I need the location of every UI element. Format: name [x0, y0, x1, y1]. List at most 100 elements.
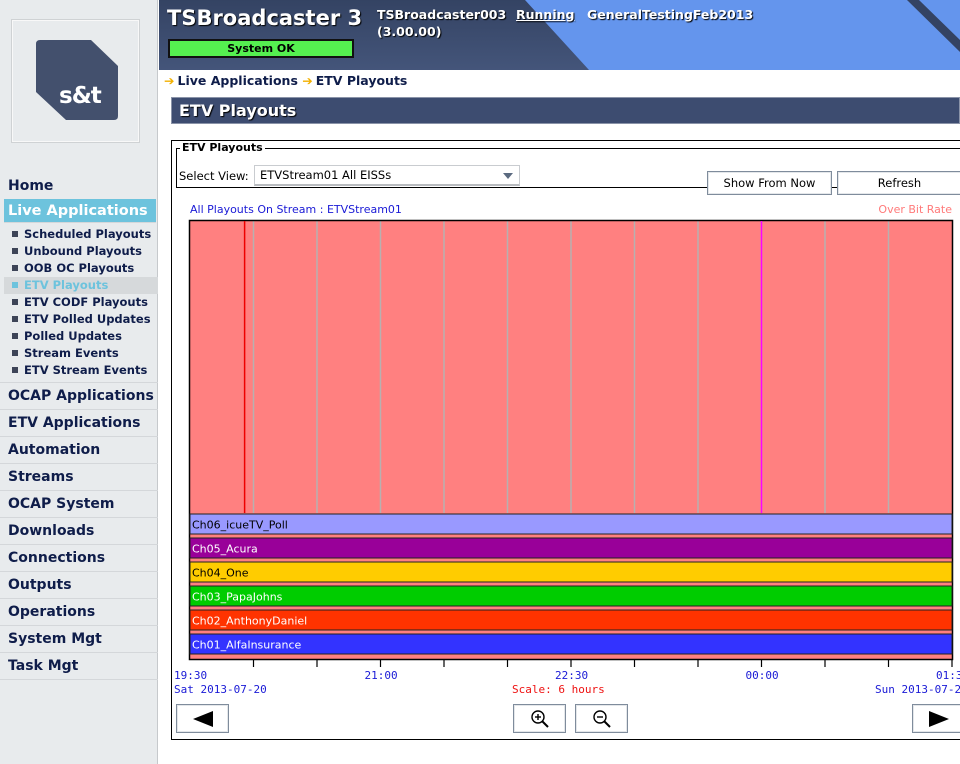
next-arrow-icon: [928, 710, 949, 727]
bullet-icon: [12, 248, 18, 254]
sidebar-submenu: Scheduled Playouts Unbound Playouts OOB OC…: [0, 223, 158, 383]
logo-text: s&t: [59, 83, 102, 109]
sidebar-subitem-etv-polled-updates[interactable]: ETV Polled Updates: [0, 311, 158, 328]
breadcrumb-arrow-icon: ➔: [302, 73, 313, 88]
zoom-in-icon: [530, 709, 549, 728]
etv-playouts-panel: ETV Playouts Select View: ETVStream01 Al…: [171, 140, 960, 740]
sidebar-item-operations[interactable]: Operations: [0, 599, 158, 626]
over-bit-rate-legend: Over Bit Rate: [878, 203, 952, 216]
bullet-icon: [12, 299, 18, 305]
breadcrumb-arrow-icon: ➔: [164, 73, 175, 88]
x-tick-label: 21:00: [364, 669, 398, 682]
app-root: s&t Home Live Applications Scheduled Playo…: [0, 0, 960, 764]
header: TSBroadcaster 3 System OK TSBroadcaster0…: [159, 0, 960, 70]
timeline-svg: Ch06_icueTV_Poll Ch05_Acura Ch04_One Ch03_P…: [188, 219, 954, 667]
sidebar-subitem-label: Polled Updates: [24, 329, 122, 343]
sidebar-item-ocap-applications[interactable]: OCAP Applications: [0, 383, 158, 410]
sidebar-subitem-etv-codf-playouts[interactable]: ETV CODF Playouts: [0, 294, 158, 311]
sidebar-item-system-mgt[interactable]: System Mgt: [0, 626, 158, 653]
system-status-badge: System OK: [168, 39, 354, 58]
sidebar-subitem-label: OOB OC Playouts: [24, 261, 135, 275]
playout-bar: [189, 633, 953, 655]
previous-arrow-icon: [192, 710, 213, 727]
x-tick-label: 22:30: [555, 669, 589, 682]
host-version: (3.00.00): [377, 24, 442, 39]
sidebar-subitem-oob-oc-playouts[interactable]: OOB OC Playouts: [0, 260, 158, 277]
sidebar-item-downloads[interactable]: Downloads: [0, 518, 158, 545]
playout-bar-label: Ch06_icueTV_Poll: [192, 519, 288, 532]
breadcrumb-live-applications[interactable]: Live Applications: [177, 73, 297, 88]
logo[interactable]: s&t: [12, 20, 139, 142]
view-select[interactable]: ETVStream01 All EISSs: [254, 165, 520, 186]
sidebar-subitem-scheduled-playouts[interactable]: Scheduled Playouts: [0, 226, 158, 243]
page-title: ETV Playouts: [179, 101, 297, 120]
sidebar-item-task-mgt[interactable]: Task Mgt: [0, 653, 158, 680]
bullet-icon: [12, 282, 18, 288]
config-name: GeneralTestingFeb2013: [587, 7, 754, 22]
playout-timeline-chart: Ch06_icueTV_Poll Ch05_Acura Ch04_One Ch03_P…: [174, 219, 960, 682]
playout-bar: [189, 513, 953, 535]
stream-label: All Playouts On Stream : ETVStream01: [190, 203, 402, 216]
playout-bar: [189, 561, 953, 583]
x-tick-label: 00:00: [745, 669, 779, 682]
sidebar-nav: Home Live Applications Scheduled Playouts U…: [0, 172, 158, 680]
bullet-icon: [12, 350, 18, 356]
sidebar-item-automation[interactable]: Automation: [0, 437, 158, 464]
playout-bar-label: Ch05_Acura: [192, 543, 258, 556]
bullet-icon: [12, 265, 18, 271]
date-start-label: Sat 2013-07-20: [174, 683, 267, 696]
sidebar: s&t Home Live Applications Scheduled Playo…: [0, 0, 158, 764]
run-status-link[interactable]: Running: [516, 7, 574, 22]
bullet-icon: [12, 333, 18, 339]
sidebar-subitem-label: Scheduled Playouts: [24, 227, 152, 241]
zoom-out-button[interactable]: [575, 704, 628, 733]
playout-bar: [189, 585, 953, 607]
sidebar-item-streams[interactable]: Streams: [0, 464, 158, 491]
sidebar-subitem-label: Stream Events: [24, 346, 119, 360]
breadcrumb: ➔ Live Applications ➔ ETV Playouts: [164, 73, 407, 89]
sidebar-subitem-stream-events[interactable]: Stream Events: [0, 345, 158, 362]
refresh-button[interactable]: Refresh: [837, 171, 960, 195]
x-tick-label: 19:30: [174, 669, 208, 682]
breadcrumb-etv-playouts[interactable]: ETV Playouts: [316, 73, 408, 88]
view-fieldset: ETV Playouts Select View: ETVStream01 Al…: [176, 141, 960, 195]
zoom-out-icon: [592, 709, 611, 728]
bullet-icon: [12, 367, 18, 373]
sidebar-item-outputs[interactable]: Outputs: [0, 572, 158, 599]
sidebar-subitem-label: ETV CODF Playouts: [24, 295, 148, 309]
x-tick-label: 01:3: [936, 669, 960, 682]
playout-bar-label: Ch02_AnthonyDaniel: [192, 615, 307, 628]
scale-label: Scale: 6 hours: [512, 683, 605, 696]
playout-bar-label: Ch01_AlfaInsurance: [192, 639, 302, 652]
sidebar-subitem-label: ETV Playouts: [24, 278, 109, 292]
previous-button[interactable]: [176, 704, 229, 733]
sidebar-subitem-etv-playouts[interactable]: ETV Playouts: [4, 277, 158, 294]
select-view-label: Select View:: [179, 169, 249, 183]
show-from-now-button[interactable]: Show From Now: [707, 171, 832, 195]
fieldset-legend: ETV Playouts: [180, 141, 265, 154]
host-name: TSBroadcaster003: [377, 7, 507, 22]
sidebar-item-etv-applications[interactable]: ETV Applications: [0, 410, 158, 437]
sidebar-subitem-unbound-playouts[interactable]: Unbound Playouts: [0, 243, 158, 260]
chevron-down-icon: [503, 173, 513, 179]
sidebar-item-ocap-system[interactable]: OCAP System: [0, 491, 158, 518]
view-select-value: ETVStream01 All EISSs: [260, 168, 392, 182]
next-button[interactable]: [912, 704, 960, 733]
playout-bar: [189, 537, 953, 559]
sidebar-subitem-label: ETV Stream Events: [24, 363, 148, 377]
sidebar-subitem-label: Unbound Playouts: [24, 244, 142, 258]
date-end-label: Sun 2013-07-2: [875, 683, 960, 696]
bullet-icon: [12, 316, 18, 322]
sidebar-subitem-label: ETV Polled Updates: [24, 312, 151, 326]
sidebar-item-connections[interactable]: Connections: [0, 545, 158, 572]
app-title: TSBroadcaster 3: [167, 6, 363, 30]
playout-bar-label: Ch04_One: [192, 567, 249, 580]
sidebar-subitem-polled-updates[interactable]: Polled Updates: [0, 328, 158, 345]
page-title-bar: ETV Playouts: [171, 97, 960, 124]
sidebar-item-live-applications[interactable]: Live Applications: [4, 199, 156, 223]
sidebar-subitem-etv-stream-events[interactable]: ETV Stream Events: [0, 362, 158, 379]
zoom-in-button[interactable]: [513, 704, 566, 733]
sidebar-item-home[interactable]: Home: [0, 172, 158, 199]
bullet-icon: [12, 231, 18, 237]
playout-bar-label: Ch03_PapaJohns: [192, 591, 283, 604]
